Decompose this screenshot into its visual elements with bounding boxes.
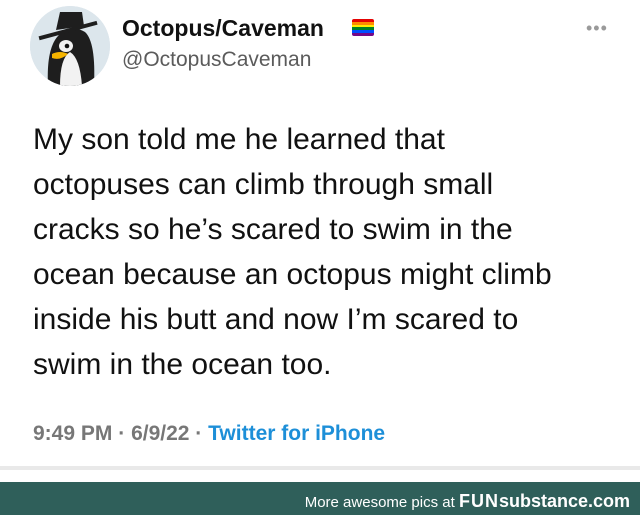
tweet-source-link[interactable]: Twitter for iPhone (208, 422, 385, 445)
card-divider (0, 466, 640, 470)
footer-caption[interactable]: More awesome pics at FUNsubstance.com (305, 491, 630, 512)
watermark-footer: More awesome pics at FUNsubstance.com (0, 482, 640, 515)
tweet-date[interactable]: 6/9/22 (131, 422, 189, 445)
ellipsis-icon[interactable]: ••• (586, 18, 608, 39)
brand-fun: FUN (458, 491, 499, 511)
tweet-meta: 9:49 PM · 6/9/22 · Twitter for iPhone (33, 422, 385, 446)
meta-separator: · (118, 422, 126, 445)
flag-stripe (352, 33, 374, 36)
avatar[interactable] (30, 6, 110, 86)
user-handle[interactable]: @OctopusCaveman (122, 48, 311, 72)
tweet-text: My son told me he learned that octopuses… (33, 123, 552, 381)
funsubstance-logo: FUNsubstance.com (459, 491, 630, 511)
penguin-avatar-icon (30, 6, 110, 86)
brand-rest: substance.com (498, 491, 630, 511)
meta-separator: · (195, 422, 203, 445)
tweet-card: Octopus/Caveman @OctopusCaveman ••• My s… (0, 0, 640, 470)
rainbow-flag-icon (352, 19, 374, 36)
footer-prefix: More awesome pics at (304, 494, 459, 511)
tweet-time[interactable]: 9:49 PM (33, 422, 112, 445)
display-name[interactable]: Octopus/Caveman (122, 15, 324, 42)
